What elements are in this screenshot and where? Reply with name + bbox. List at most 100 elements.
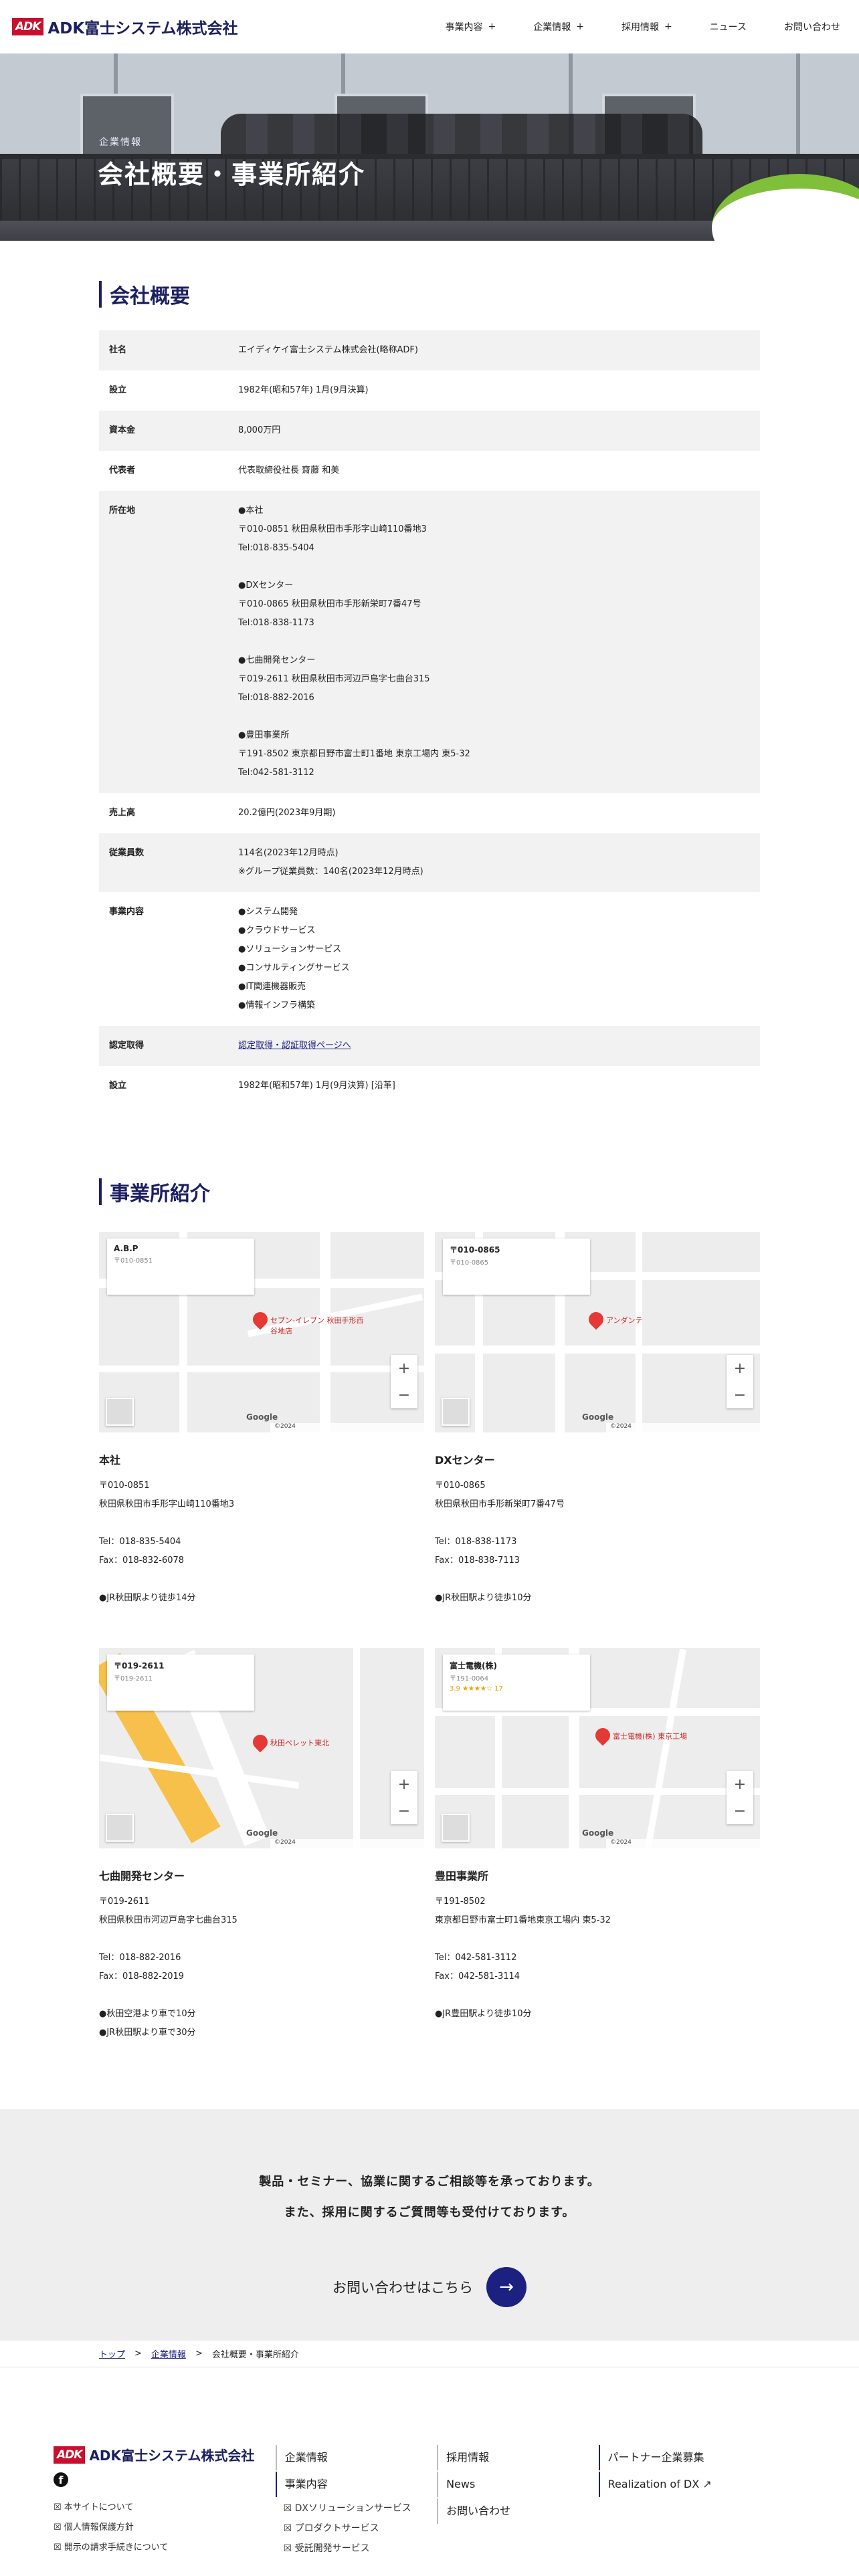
overview-value-line: ●DXセンター [238, 580, 294, 591]
overview-key: 事業内容 [109, 907, 145, 917]
overview-row: 所在地 ●本社 〒010-0851 秋田県秋田市手形字山崎110番地3 Tel:018… [99, 491, 760, 793]
nav-item[interactable]: 採用情報 + [622, 20, 672, 33]
footer-policy-link[interactable]: ☒ 本サイトについて [54, 2498, 276, 2518]
office-detail-line [99, 1514, 424, 1533]
zoom-out-icon[interactable]: − [734, 1387, 746, 1404]
google-logo: Google [246, 1412, 278, 1422]
overview-row: 設立 1982年(昭和57年) 1月(9月決算) [99, 370, 760, 411]
street-view-icon[interactable] [442, 1398, 470, 1426]
map-pin-icon[interactable] [592, 1725, 613, 1746]
overview-value-line: ●システム開発 [238, 907, 298, 917]
map-pin-icon[interactable] [250, 1731, 271, 1753]
office-detail-line: 秋田県秋田市手形字山崎110番地3 [99, 1499, 235, 1509]
zoom-out-icon[interactable]: − [398, 1803, 410, 1820]
office-map[interactable]: セブン-イレブン 秋田手形西谷地店 A.B.P 〒010-0851 + − Google ©… [99, 1232, 424, 1432]
overview-value: 8,000万円 [230, 411, 760, 451]
office-detail-line: Fax：018-832-6078 [99, 1555, 185, 1566]
facebook-icon[interactable]: f [54, 2472, 68, 2487]
overview-value-line: 8,000万円 [238, 425, 281, 435]
map-card-title: A.B.P [114, 1244, 138, 1253]
overview-row: 代表者 代表取締役社長 齋藤 和美 [99, 451, 760, 491]
street-view-icon[interactable] [106, 1814, 134, 1842]
breadcrumb-parent[interactable]: 企業情報 [151, 2347, 186, 2360]
footer-link[interactable]: 採用情報 [437, 2445, 598, 2470]
google-logo: Google [582, 1828, 614, 1838]
map-place-label: 富士電機(株) 東京工場 [613, 1732, 688, 1741]
office-map[interactable]: アンダンテ 〒010-0865 〒010-0865 + − Google ©2024 [435, 1232, 760, 1432]
zoom-in-icon[interactable]: + [734, 1776, 746, 1793]
overview-row: 売上高 20.2億円(2023年9月期) [99, 793, 760, 833]
map-zoom-control[interactable]: + − [391, 1355, 417, 1408]
office-detail-line: 〒191-8502 [435, 1897, 486, 1907]
overview-row: 社名 エイディケイ富士システム株式会社(略称ADF) [99, 330, 760, 370]
certification-link[interactable]: 認定取得・認証取得ページへ [238, 1041, 351, 1051]
street-view-icon[interactable] [106, 1398, 134, 1426]
footer-sub-link[interactable]: ☒ 受託開発サービス [276, 2539, 437, 2559]
brand-logo[interactable]: ADK ADK富士システム株式会社 [12, 15, 237, 38]
map-zoom-control[interactable]: + − [727, 1355, 753, 1408]
office-detail-line: Fax：042-581-3114 [435, 1971, 520, 1981]
map-pin-icon[interactable] [585, 1309, 607, 1330]
company-overview: 会社概要 社名 エイディケイ富士システム株式会社(略称ADF) 設立 1982年(昭和… [0, 241, 859, 1106]
overview-value-line [238, 633, 752, 651]
hero-subtitle: 企業情報 [99, 137, 142, 148]
zoom-out-icon[interactable]: − [734, 1803, 746, 1820]
overview-value-line: 〒010-0865 秋田県秋田市手形新栄町7番47号 [238, 599, 421, 609]
footer-link[interactable]: お問い合わせ [437, 2498, 598, 2524]
map-card-title: 〒010-0865 [450, 1245, 500, 1255]
brand-name: ADK富士システム株式会社 [89, 2448, 255, 2464]
footer-policy-links: ☒ 本サイトについて ☒ 個人情報保護方針 ☒ 開示の請求手続きについて [54, 2498, 276, 2558]
footer-link-company[interactable]: 企業情報 [275, 2445, 437, 2470]
overview-key: 所在地 [109, 506, 136, 516]
breadcrumb-home[interactable]: トップ [99, 2347, 125, 2360]
zoom-in-icon[interactable]: + [398, 1360, 410, 1377]
footer-link-business[interactable]: 事業内容 [275, 2472, 437, 2497]
overview-value: 20.2億円(2023年9月期) [230, 793, 760, 833]
footer-sub-link[interactable]: ☒ DXソリューションサービス [276, 2498, 437, 2518]
overview-key: 社名 [109, 345, 127, 355]
zoom-in-icon[interactable]: + [734, 1360, 746, 1377]
overview-value: エイディケイ富士システム株式会社(略称ADF) [230, 330, 760, 370]
map-card-address: 〒019-2611 [114, 1675, 153, 1683]
map-info-card: A.B.P 〒010-0851 [107, 1239, 254, 1295]
map-info-card: 〒010-0865 〒010-0865 [443, 1239, 590, 1295]
overview-value-line: 1982年(昭和57年) 1月(9月決算) [沿革] [238, 1081, 395, 1091]
office-detail-line: Tel：018-838-1173 [435, 1537, 517, 1547]
map-zoom-control[interactable]: + − [391, 1771, 417, 1824]
footer-policy-link[interactable]: ☒ 個人情報保護方針 [54, 2518, 276, 2538]
overview-value-line: ●本社 [238, 506, 264, 516]
footer-sub-link[interactable]: ☒ プロダクトサービス [276, 2518, 437, 2539]
footer-logo[interactable]: ADK ADK富士システム株式会社 [54, 2445, 276, 2464]
map-road [99, 1754, 300, 1789]
map-card-address: 〒010-0851 [114, 1257, 153, 1265]
overview-key: 資本金 [109, 425, 136, 435]
nav-item[interactable]: ニュース [710, 20, 747, 33]
breadcrumb-sep: > [134, 2349, 142, 2359]
office-map[interactable]: 秋田ベレット東北 〒019-2611 〒019-2611 + − Google ©2024 [99, 1648, 424, 1848]
footer-link[interactable]: パートナー企業募集 [598, 2445, 760, 2470]
office-name: 七曲開発センター [99, 1870, 185, 1883]
contact-cta[interactable]: お問い合わせはこちら → [0, 2267, 859, 2307]
footer-policy-link[interactable]: ☒ 開示の請求手続きについて [54, 2538, 276, 2558]
overview-value-line [238, 558, 752, 576]
office-detail-line: Tel：018-835-5404 [99, 1537, 181, 1547]
nav-item[interactable]: お問い合わせ [784, 20, 840, 33]
zoom-out-icon[interactable]: − [398, 1387, 410, 1404]
office-detail-line: ●JR豊田駅より徒歩10分 [435, 2009, 532, 2019]
zoom-in-icon[interactable]: + [398, 1776, 410, 1793]
office-detail-line [435, 1570, 760, 1589]
map-card-address: 〒191-0064 [450, 1675, 489, 1683]
nav-item[interactable]: 企業情報 + [533, 20, 584, 33]
street-view-icon[interactable] [442, 1814, 470, 1842]
footer-link[interactable]: Realization of DX ↗ [598, 2472, 760, 2497]
office-map[interactable]: 富士電機(株) 東京工場 富士電機(株) 〒191-0064 3.9 ★★★★☆ 17… [435, 1648, 760, 1848]
map-zoom-control[interactable]: + − [727, 1771, 753, 1824]
office-name: 豊田事業所 [435, 1870, 489, 1883]
nav-item[interactable]: 事業内容 + [445, 20, 496, 33]
office-details: 〒010-0851 秋田県秋田市手形字山崎110番地3 Tel：018-835-54… [99, 1477, 424, 1608]
overview-value-line: エイディケイ富士システム株式会社(略称ADF) [238, 345, 418, 355]
office-detail-line: Fax：018-882-2019 [99, 1971, 185, 1981]
arrow-right-icon[interactable]: → [486, 2267, 527, 2307]
footer-link[interactable]: News [437, 2472, 598, 2497]
office-detail-line [99, 1570, 424, 1589]
